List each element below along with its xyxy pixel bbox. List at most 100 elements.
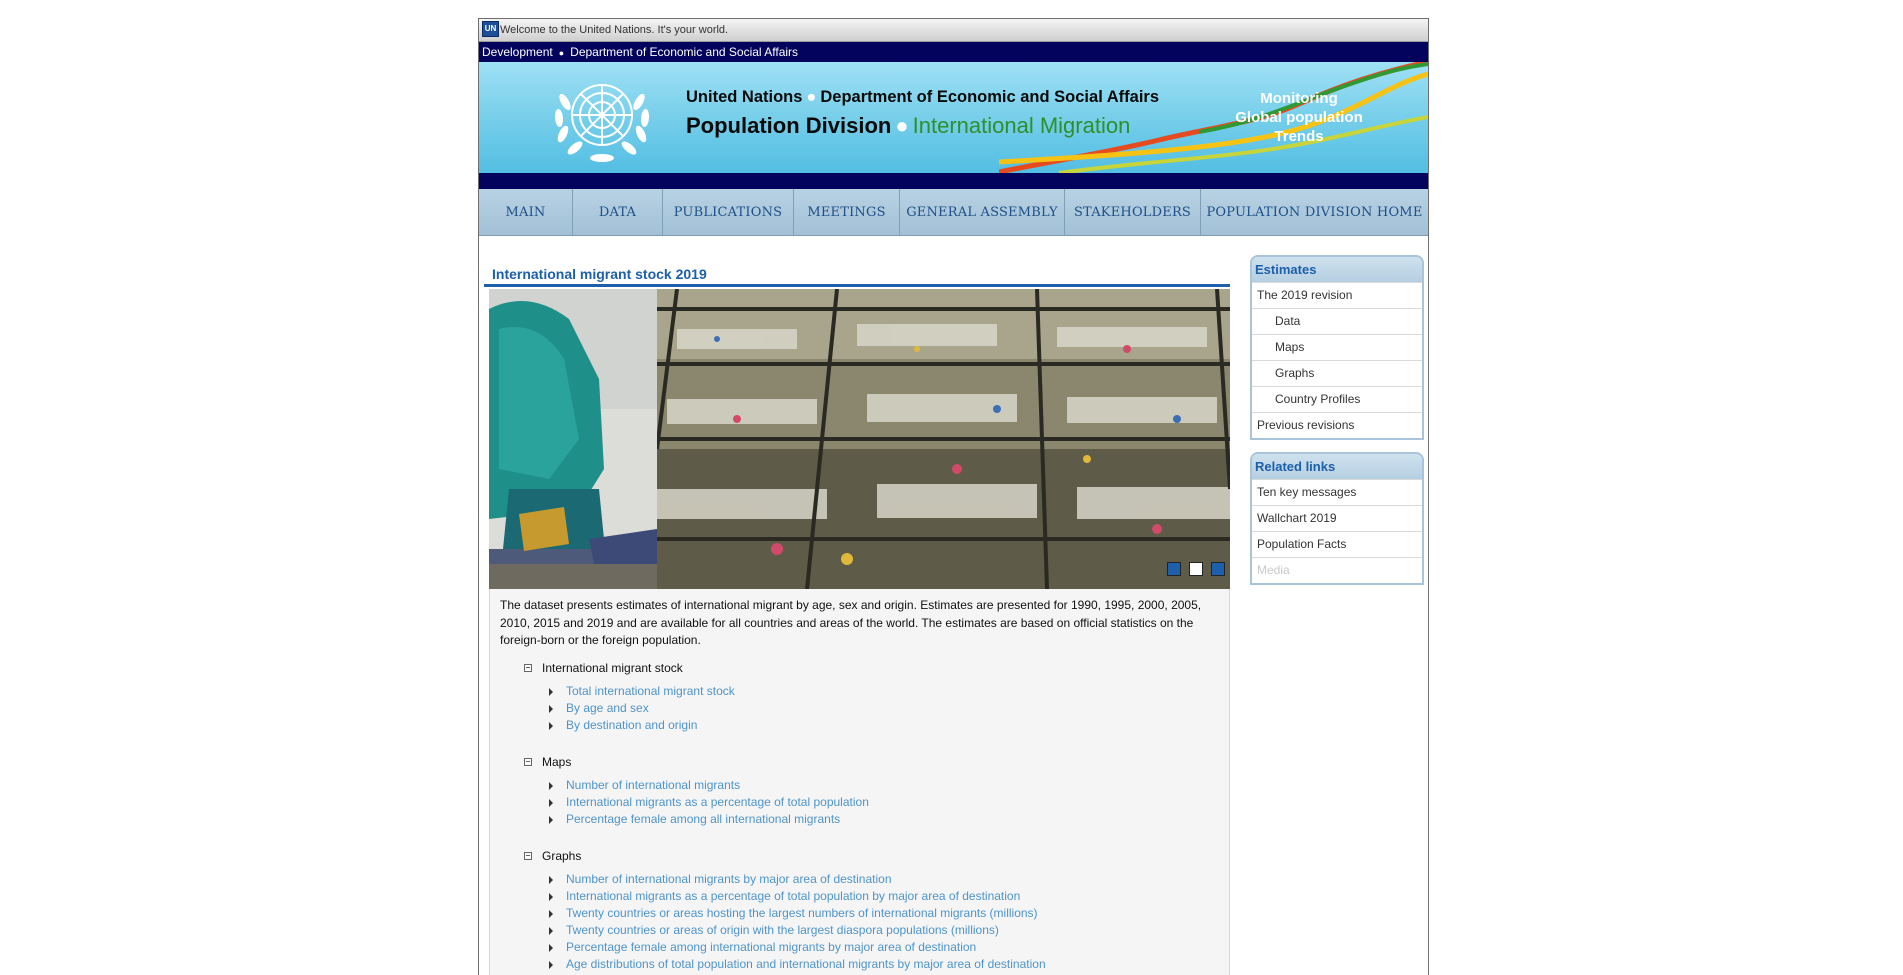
nav-data[interactable]: DATA	[573, 189, 663, 235]
list-item: Total international migrant stock	[490, 683, 1229, 700]
tagline-line-3: Trends	[1274, 128, 1324, 145]
nav-stakeholders[interactable]: STAKEHOLDERS	[1065, 189, 1201, 235]
page-frame: UN Welcome to the United Nations. It's y…	[478, 18, 1429, 975]
image-slideshow[interactable]	[489, 289, 1230, 589]
link-graph-number[interactable]: Number of international migrants by majo…	[566, 872, 892, 886]
title-bar: International migrant stock 2019	[484, 259, 1230, 287]
link-list: Number of international migrants Interna…	[490, 777, 1229, 828]
link-map-number[interactable]: Number of international migrants	[566, 778, 740, 792]
bullet-arrow-icon	[549, 687, 553, 696]
intro-text: The dataset presents estimates of intern…	[500, 598, 1202, 647]
sidebar-item-2019-revision[interactable]: The 2019 revision	[1252, 282, 1422, 308]
section-title-text: International migrant stock	[542, 660, 683, 675]
section-title-text: Maps	[542, 754, 572, 769]
banner-dot: ●	[806, 88, 817, 106]
tagline-line-2: Global population	[1235, 109, 1363, 126]
collapse-box-icon[interactable]	[524, 851, 532, 860]
list-item: By age and sex	[490, 700, 1229, 717]
list-item: Twenty countries or areas of origin with…	[490, 922, 1229, 939]
main-nav: MAIN DATA PUBLICATIONS MEETINGS GENERAL …	[479, 189, 1428, 236]
list-item: International migrants as a percentage o…	[490, 888, 1229, 905]
bullet-arrow-icon	[549, 815, 553, 824]
sidebar-item-country-profiles[interactable]: Country Profiles	[1252, 386, 1422, 412]
un-logo-icon[interactable]: UN	[482, 21, 499, 37]
link-graph-diaspora[interactable]: Twenty countries or areas of origin with…	[566, 923, 999, 937]
list-item: By destination and origin	[490, 717, 1229, 734]
sidebar-item-population-facts[interactable]: Population Facts	[1252, 531, 1422, 557]
sidebar-item-previous-revisions[interactable]: Previous revisions	[1252, 412, 1422, 438]
list-item: International migrants as a percentage o…	[490, 794, 1229, 811]
nav-general-assembly[interactable]: GENERAL ASSEMBLY	[900, 189, 1065, 235]
sidebar: Estimates The 2019 revision Data Maps Gr…	[1250, 255, 1424, 597]
link-list: Number of international migrants by majo…	[490, 871, 1229, 973]
desa-link[interactable]: Department of Economic and Social Affair…	[570, 45, 798, 59]
link-map-female[interactable]: Percentage female among all internationa…	[566, 812, 840, 826]
link-map-percentage[interactable]: International migrants as a percentage o…	[566, 795, 869, 809]
link-list: Total international migrant stock By age…	[490, 683, 1229, 734]
bullet-arrow-icon	[549, 943, 553, 952]
link-by-destination-origin[interactable]: By destination and origin	[566, 718, 697, 732]
bullet-arrow-icon	[549, 781, 553, 790]
list-item: Number of international migrants	[490, 777, 1229, 794]
bullet-arrow-icon	[549, 721, 553, 730]
nav-population-division-home[interactable]: POPULATION DIVISION HOME	[1201, 189, 1428, 235]
nav-meetings[interactable]: MEETINGS	[794, 189, 900, 235]
factory-photo-graphic	[657, 289, 1230, 589]
banner-dot-2: ●	[895, 113, 909, 138]
separator-dot: ●	[558, 48, 565, 58]
link-by-age-and-sex[interactable]: By age and sex	[566, 701, 649, 715]
slide-dot-2[interactable]	[1189, 562, 1203, 576]
slide-dot-1[interactable]	[1167, 562, 1181, 576]
section-maps: Maps Number of international migrants In…	[490, 754, 1229, 828]
nav-publications[interactable]: PUBLICATIONS	[663, 189, 794, 235]
sidebar-item-graphs[interactable]: Graphs	[1252, 360, 1422, 386]
estimates-heading: Estimates	[1252, 257, 1422, 282]
description-panel: The dataset presents estimates of intern…	[489, 589, 1230, 975]
collapse-box-icon[interactable]	[524, 663, 532, 672]
nav-main[interactable]: MAIN	[479, 189, 573, 235]
banner-population-division: Population Division	[686, 113, 892, 138]
link-graph-percentage[interactable]: International migrants as a percentage o…	[566, 889, 1020, 903]
slide-dot-3[interactable]	[1211, 562, 1225, 576]
sidebar-item-ten-key-messages[interactable]: Ten key messages	[1252, 479, 1422, 505]
bullet-arrow-icon	[549, 892, 553, 901]
bullet-arrow-icon	[549, 704, 553, 713]
bullet-arrow-icon	[549, 926, 553, 935]
section-title: Maps	[490, 754, 1229, 770]
estimates-box: Estimates The 2019 revision Data Maps Gr…	[1250, 255, 1424, 440]
related-links-heading: Related links	[1252, 454, 1422, 479]
banner-tagline: Monitoring Global population Trends	[1219, 89, 1379, 146]
link-graph-age[interactable]: Age distributions of total population an…	[566, 957, 1046, 971]
bullet-arrow-icon	[549, 960, 553, 969]
development-link[interactable]: Development	[482, 45, 553, 59]
link-total-migrant-stock[interactable]: Total international migrant stock	[566, 684, 735, 698]
bullet-arrow-icon	[549, 909, 553, 918]
section-title-text: Graphs	[542, 848, 582, 863]
list-item: Number of international migrants by majo…	[490, 871, 1229, 888]
worker-photo-graphic	[489, 289, 657, 589]
welcome-bar: UN Welcome to the United Nations. It's y…	[479, 19, 1428, 42]
un-emblem-icon	[554, 84, 650, 162]
banner-un: United Nations	[686, 88, 803, 106]
sidebar-item-maps[interactable]: Maps	[1252, 334, 1422, 360]
list-item: Age distributions of total population an…	[490, 956, 1229, 973]
page-title: International migrant stock 2019	[492, 266, 707, 282]
header-banner: United Nations ● Department of Economic an…	[479, 62, 1428, 173]
tagline-line-1: Monitoring	[1260, 90, 1338, 107]
collapse-box-icon[interactable]	[524, 757, 532, 766]
bullet-arrow-icon	[549, 798, 553, 807]
section-graphs: Graphs Number of international migrants …	[490, 848, 1229, 973]
link-graph-hosting[interactable]: Twenty countries or areas hosting the la…	[566, 906, 1038, 920]
sidebar-item-wallchart-2019[interactable]: Wallchart 2019	[1252, 505, 1422, 531]
bullet-arrow-icon	[549, 875, 553, 884]
sidebar-item-media: Media	[1252, 557, 1422, 583]
department-bar: Development ● Department of Economic and S…	[479, 42, 1428, 62]
list-item: Twenty countries or areas hosting the la…	[490, 905, 1229, 922]
link-graph-female[interactable]: Percentage female among international mi…	[566, 940, 976, 954]
list-item: Percentage female among all internationa…	[490, 811, 1229, 828]
sidebar-item-data[interactable]: Data	[1252, 308, 1422, 334]
section-title: Graphs	[490, 848, 1229, 864]
section-title: International migrant stock	[490, 660, 1229, 676]
